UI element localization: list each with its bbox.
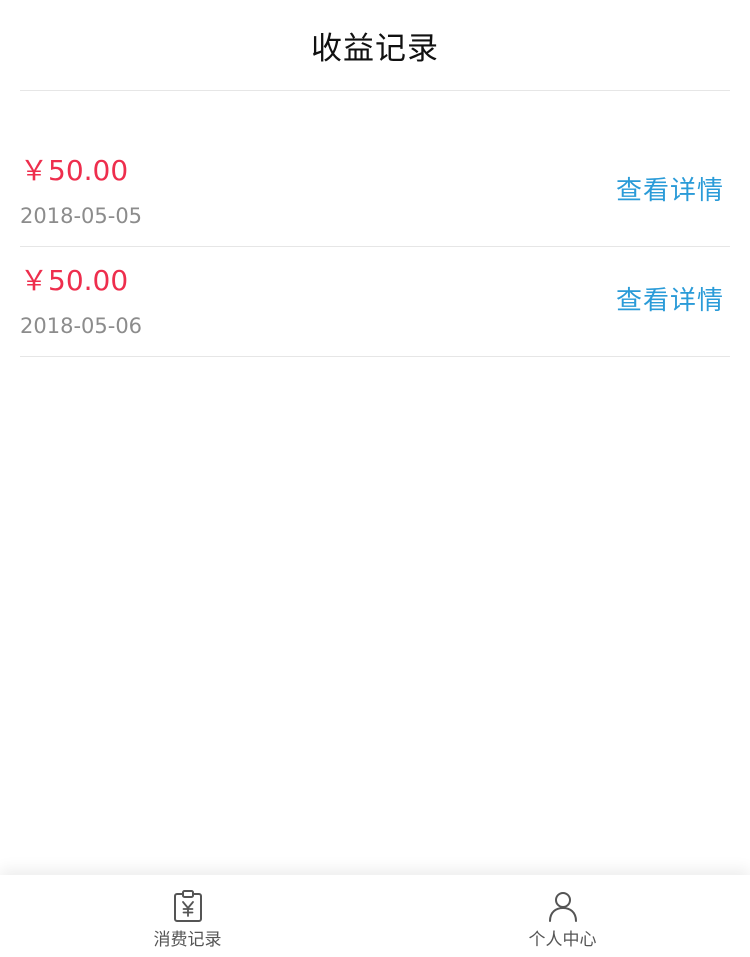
record-amount: ￥50.00 — [20, 154, 129, 187]
tab-personal-center[interactable]: 个人中心 — [375, 875, 750, 957]
page-header: 收益记录 — [20, 0, 730, 91]
user-icon — [548, 892, 577, 922]
record-date: 2018-05-06 — [20, 314, 143, 338]
record-amount: ￥50.00 — [20, 264, 129, 297]
receipt-yen-icon — [173, 890, 202, 922]
earnings-record-page: 收益记录 ￥50.00 2018-05-05 查看详情 ￥50.00 2018-… — [0, 0, 750, 957]
record-date: 2018-05-05 — [20, 204, 143, 228]
record-row: ￥50.00 2018-05-05 查看详情 — [20, 137, 730, 247]
tab-label: 消费记录 — [153, 930, 222, 950]
tab-label: 个人中心 — [528, 930, 597, 950]
bottom-tab-bar: 消费记录 个人中心 — [0, 875, 750, 957]
page-title: 收益记录 — [311, 30, 439, 67]
tab-consumption-records[interactable]: 消费记录 — [0, 875, 375, 957]
view-details-link[interactable]: 查看详情 — [616, 170, 724, 207]
view-details-link[interactable]: 查看详情 — [616, 280, 724, 317]
record-list: ￥50.00 2018-05-05 查看详情 ￥50.00 2018-05-06… — [20, 137, 730, 357]
record-row: ￥50.00 2018-05-06 查看详情 — [20, 247, 730, 357]
